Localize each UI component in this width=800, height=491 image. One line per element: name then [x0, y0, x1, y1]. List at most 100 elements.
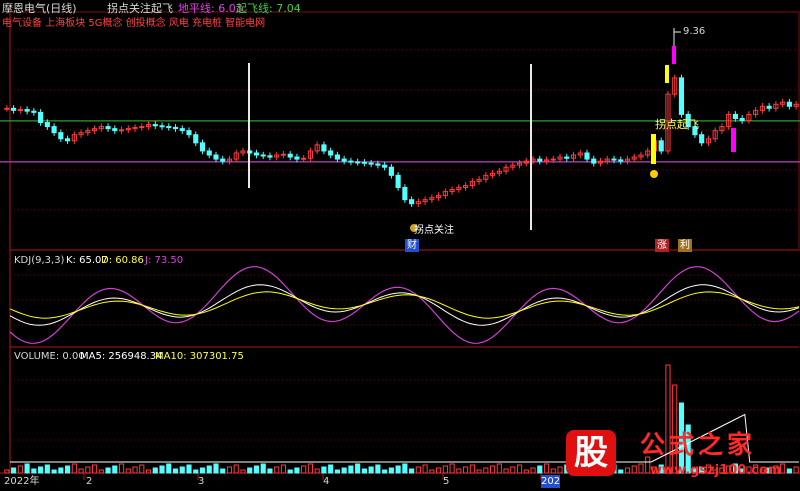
kdj-d-line	[9, 291, 800, 319]
volume-bar-14	[98, 469, 104, 474]
volume-bar-93	[631, 465, 637, 474]
x-tick-2: 2	[86, 476, 93, 487]
spike-magenta-bar	[672, 46, 676, 64]
volume-bar-38	[260, 463, 266, 474]
volume-bar-2	[17, 465, 23, 474]
kdj-k-line	[9, 284, 800, 326]
volume-bar-75	[510, 466, 516, 474]
volume-bar-46	[314, 468, 320, 474]
volume-bar-5	[38, 466, 44, 474]
volume-bar-80	[543, 463, 550, 474]
volume-bar-3	[24, 463, 30, 474]
butterfly-icon	[650, 170, 658, 178]
level2-label: 起飞线: 7.04	[236, 2, 301, 15]
volume-bar-116	[786, 468, 792, 474]
volume-bar-23	[159, 465, 165, 474]
candle-body-86	[584, 152, 590, 160]
volume-bar-55	[375, 464, 381, 474]
kdj-j-line	[9, 266, 800, 344]
level1-label: 地平线: 6.03	[178, 2, 243, 15]
candle-body-26	[179, 128, 185, 132]
volume-bar-72	[489, 465, 496, 474]
volume-bar-21	[145, 469, 152, 474]
kdj-d-label: D: 60.86	[101, 255, 144, 266]
candle-body-116	[786, 101, 792, 107]
volume-bar-10	[71, 463, 77, 474]
candle-body-3	[24, 109, 30, 112]
marker-zhang: 涨	[655, 239, 669, 252]
volume-bar-18	[125, 468, 131, 474]
volume-bar-7	[51, 469, 57, 474]
kdj-lines	[9, 266, 800, 344]
volume-ma5-label: MA5: 256948.34	[80, 351, 163, 362]
candle-body-91	[618, 159, 624, 162]
candle-body-48	[328, 150, 334, 156]
volume-bar-4	[31, 468, 37, 474]
volume-bar-33	[226, 466, 233, 474]
candle-body-5	[38, 111, 44, 124]
volume-bar-61	[415, 466, 421, 474]
volume-bar-73	[496, 463, 502, 474]
volume-bar-34	[233, 464, 239, 474]
volume-bar-43	[294, 467, 300, 474]
volume-bar-58	[395, 465, 401, 474]
volume-bar-67	[456, 468, 462, 474]
volume-bar-78	[530, 467, 536, 474]
volume-bar-51	[348, 465, 354, 474]
volume-bar-68	[463, 466, 469, 474]
kdj-j-label: J: 73.50	[145, 255, 184, 266]
candle-body-100	[678, 77, 685, 115]
candle-body-55	[375, 163, 381, 166]
volume-ma10-label: MA10: 307301.75	[155, 351, 244, 362]
candle-body-103	[699, 134, 705, 144]
spike-yellow-bar	[665, 65, 669, 83]
candle-body-97	[658, 140, 664, 152]
candle-body-53	[361, 161, 367, 164]
volume-bar-59	[402, 463, 408, 474]
candle-body-24	[166, 126, 172, 129]
candle-body-38	[260, 154, 266, 157]
candle-body-16	[112, 128, 118, 132]
volume-bar-53	[361, 468, 367, 474]
x-tick-3: 3	[198, 476, 205, 487]
candle-body-20	[139, 126, 145, 129]
volume-bar-91	[618, 469, 624, 474]
candle-body-109	[739, 117, 745, 122]
indicator-name: 拐点关注起飞	[107, 2, 173, 15]
volume-bar-28	[193, 469, 199, 474]
volume-bar-13	[91, 464, 98, 474]
candle-body-47	[321, 144, 327, 152]
volume-bar-35	[240, 469, 246, 474]
candle-body-59	[402, 186, 408, 201]
candle-body-54	[368, 162, 374, 165]
volume-bar-15	[105, 467, 111, 474]
volume-bar-52	[355, 463, 361, 474]
volume-bar-41	[280, 464, 287, 474]
candle-body-9	[65, 138, 71, 142]
volume-bar-57	[388, 467, 394, 474]
candle-body-90	[611, 158, 617, 161]
volume-bar-31	[213, 463, 219, 474]
candle-body-29	[199, 142, 206, 152]
volume-bar-27	[186, 464, 192, 474]
candle-body-81	[550, 158, 556, 161]
chart-stage: 摩恩电气(日线) 拐点关注起飞 地平线: 6.03 起飞线: 7.04 电气设备…	[0, 0, 800, 488]
candle-body-113	[766, 105, 772, 109]
volume-bar-56	[382, 469, 388, 474]
volume-bar-24	[166, 463, 172, 474]
candle-body-23	[159, 125, 165, 128]
stock-title: 摩恩电气(日线)	[2, 2, 77, 15]
volume-bar-45	[307, 463, 314, 474]
candle-body-0	[4, 107, 10, 110]
kdj-title: KDJ(9,3,3)	[14, 255, 65, 266]
volume-bar-50	[341, 467, 347, 474]
candle-body-58	[395, 174, 401, 188]
candle-body-42	[287, 153, 293, 158]
volume-bar-6	[44, 464, 50, 474]
candle-body-44	[301, 157, 307, 160]
volume-bar-9	[65, 465, 71, 474]
takeoff-bar	[731, 128, 736, 152]
volume-bar-36	[247, 467, 253, 474]
candle-body-52	[355, 161, 361, 164]
volume-bar-117	[793, 466, 799, 474]
